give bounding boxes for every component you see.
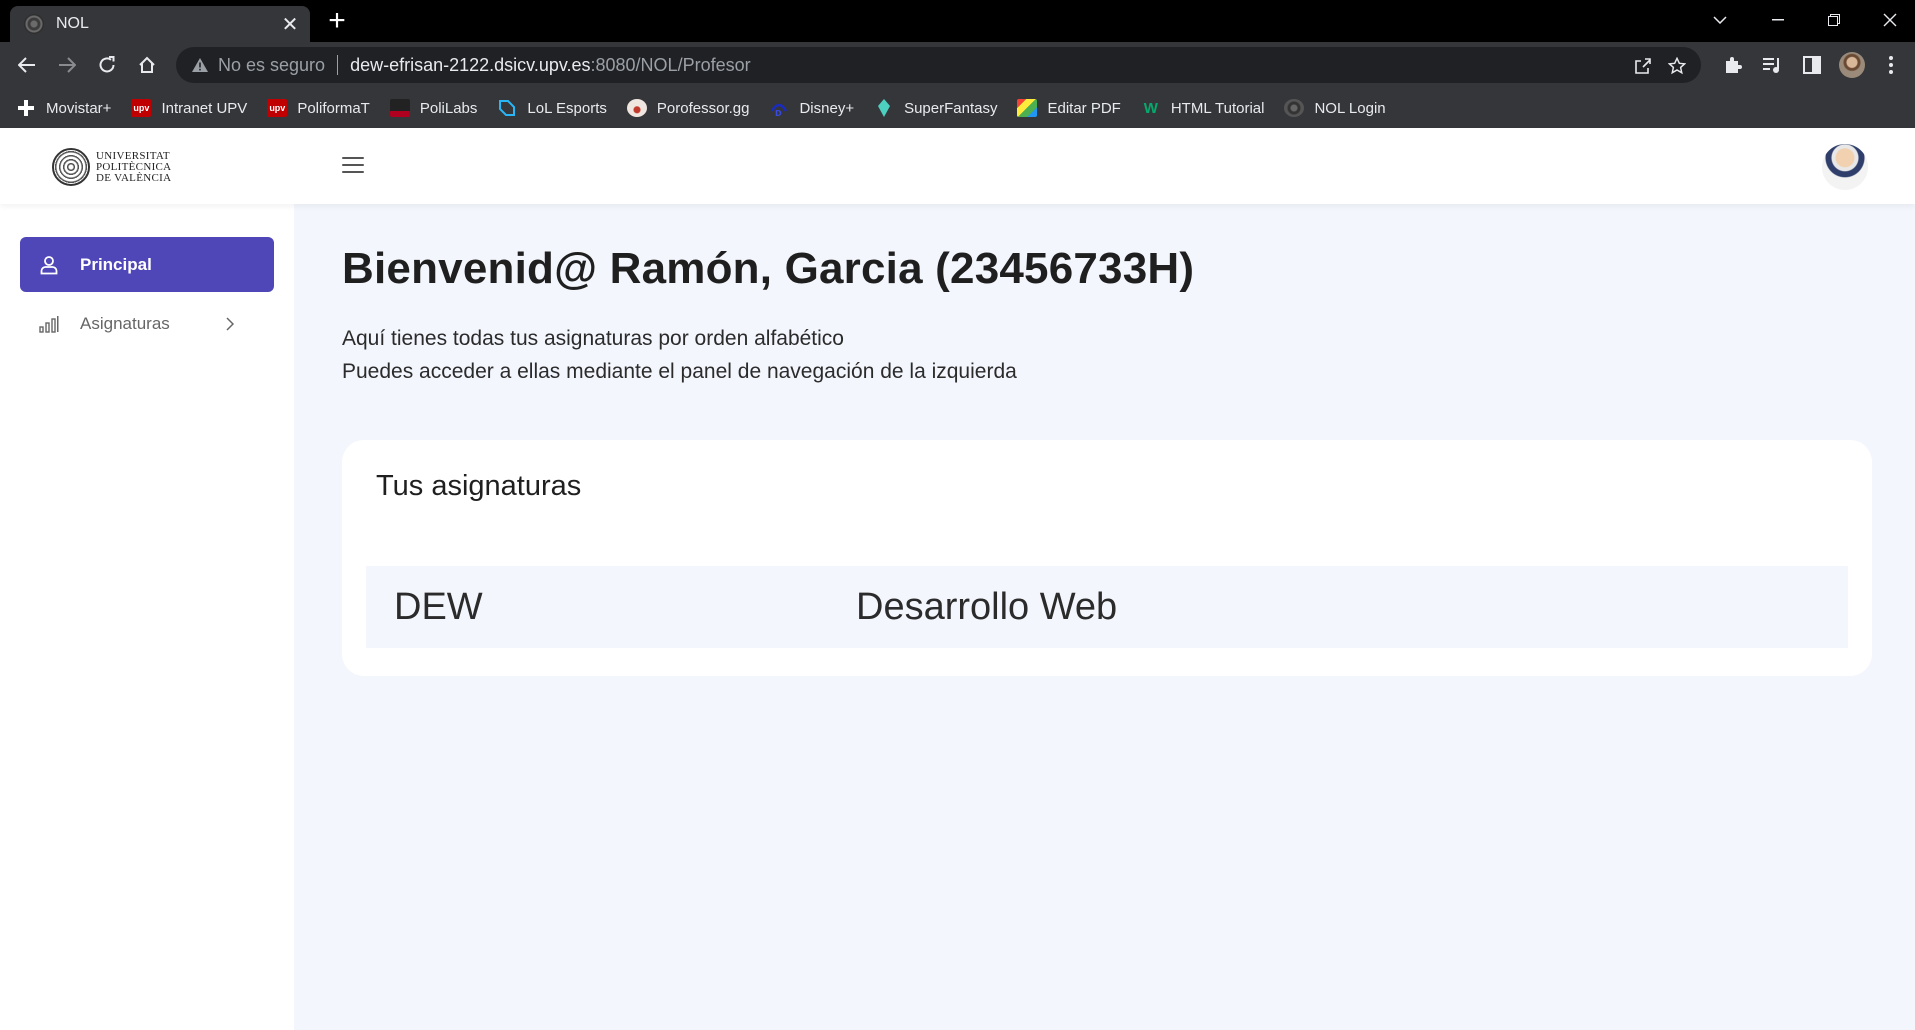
course-name: Desarrollo Web bbox=[856, 585, 1118, 628]
intro-line: Aquí tienes todas tus asignaturas por or… bbox=[342, 327, 844, 350]
card-title: Tus asignaturas bbox=[376, 470, 582, 502]
bookmark-label: Movistar+ bbox=[46, 99, 112, 117]
upv-seal-icon bbox=[52, 148, 90, 186]
profile-avatar-icon[interactable] bbox=[1839, 52, 1865, 78]
side-panel-icon[interactable] bbox=[1799, 52, 1825, 78]
sidebar-item-label: Principal bbox=[80, 254, 152, 274]
lol-icon bbox=[497, 99, 517, 117]
tab-search-chevron-icon[interactable] bbox=[1700, 2, 1740, 38]
sidebar-item-asignaturas[interactable]: Asignaturas bbox=[20, 299, 274, 349]
bookmark-label: Disney+ bbox=[799, 99, 855, 117]
address-bar[interactable]: No es seguro dew-efrisan-2122.dsicv.upv.… bbox=[176, 47, 1701, 83]
hamburger-menu-icon[interactable] bbox=[340, 154, 366, 176]
pdf-icon bbox=[1017, 99, 1038, 117]
more-menu-icon[interactable] bbox=[1878, 52, 1904, 78]
disney-icon: D bbox=[769, 99, 789, 117]
bookmark-label: Editar PDF bbox=[1047, 99, 1121, 117]
user-icon bbox=[38, 254, 60, 276]
minimize-window-button[interactable] bbox=[1758, 2, 1798, 38]
bookmark-porofessor[interactable]: Porofessor.gg bbox=[626, 99, 750, 117]
bookmark-label: Porofessor.gg bbox=[656, 99, 750, 117]
bookmark-editar-pdf[interactable]: Editar PDF bbox=[1017, 99, 1121, 117]
media-playlist-icon[interactable] bbox=[1759, 52, 1785, 78]
bookmark-label: NOL Login bbox=[1314, 99, 1386, 117]
intro-text: Aquí tienes todas tus asignaturas por or… bbox=[342, 322, 1017, 388]
page-title: Bienvenid@ Ramón, Garcia (23456733H) bbox=[342, 244, 1195, 293]
upv-logo[interactable]: UNIVERSITAT POLITÈCNICA DE VALÈNCIA bbox=[52, 148, 171, 186]
url-host: dew-efrisan-2122.dsicv.upv.es bbox=[350, 54, 591, 75]
plus-icon bbox=[16, 99, 36, 117]
security-status-text[interactable]: No es seguro bbox=[218, 55, 325, 76]
sidebar: Principal Asignaturas bbox=[0, 204, 294, 1030]
sidebar-item-principal[interactable]: Principal bbox=[20, 237, 274, 292]
fantasy-icon bbox=[874, 99, 894, 117]
bookmark-html-tutorial[interactable]: W HTML Tutorial bbox=[1141, 99, 1265, 117]
home-icon[interactable] bbox=[131, 49, 163, 81]
chevron-right-icon[interactable] bbox=[220, 313, 240, 335]
table-row[interactable]: DEW Desarrollo Web bbox=[366, 566, 1848, 648]
logo-text: UNIVERSITAT POLITÈCNICA DE VALÈNCIA bbox=[96, 149, 172, 184]
bookmark-polilabs[interactable]: PoliLabs bbox=[389, 99, 478, 117]
reload-icon[interactable] bbox=[91, 49, 123, 81]
user-avatar[interactable] bbox=[1822, 144, 1868, 190]
url-path: :8080/NOL/Profesor bbox=[590, 54, 751, 75]
bookmark-superfantasy[interactable]: SuperFantasy bbox=[874, 99, 997, 117]
close-window-button[interactable] bbox=[1870, 2, 1910, 38]
bookmarks-bar: Movistar+ upv Intranet UPV upv Poliforma… bbox=[0, 88, 1915, 128]
extensions-puzzle-icon[interactable] bbox=[1720, 52, 1746, 78]
nol-favicon-icon bbox=[24, 14, 44, 34]
bookmark-movistar[interactable]: Movistar+ bbox=[16, 99, 111, 117]
w3-icon: W bbox=[1143, 99, 1158, 117]
bar-chart-icon bbox=[38, 313, 60, 335]
bookmark-label: Intranet UPV bbox=[161, 99, 248, 117]
browser-toolbar: No es seguro dew-efrisan-2122.dsicv.upv.… bbox=[0, 42, 1915, 88]
logo-line: DE VALÈNCIA bbox=[96, 171, 172, 184]
forward-arrow-icon[interactable] bbox=[51, 49, 83, 81]
share-icon[interactable] bbox=[1632, 55, 1654, 77]
lab-icon bbox=[389, 99, 410, 117]
bookmark-label: PoliLabs bbox=[419, 99, 478, 117]
sidebar-item-label: Asignaturas bbox=[80, 314, 170, 333]
nol-icon bbox=[1284, 99, 1305, 117]
bookmark-lol-esports[interactable]: LoL Esports bbox=[497, 99, 607, 117]
logo-line: UNIVERSITAT bbox=[96, 149, 170, 162]
courses-card: Tus asignaturas DEW Desarrollo Web bbox=[342, 440, 1872, 676]
bookmark-intranet-upv[interactable]: upv Intranet UPV bbox=[131, 99, 247, 117]
back-arrow-icon[interactable] bbox=[11, 49, 43, 81]
app-header: UNIVERSITAT POLITÈCNICA DE VALÈNCIA bbox=[0, 128, 1915, 204]
logo-line: POLITÈCNICA bbox=[96, 160, 172, 173]
browser-tabstrip: NOL ✕ + bbox=[0, 0, 1915, 42]
warning-triangle-icon[interactable] bbox=[190, 55, 210, 75]
intro-line: Puedes acceder a ellas mediante el panel… bbox=[342, 360, 1017, 383]
bookmark-label: SuperFantasy bbox=[904, 99, 998, 117]
close-tab-icon[interactable]: ✕ bbox=[276, 10, 304, 38]
new-tab-button[interactable]: + bbox=[322, 6, 352, 37]
upv-icon: upv bbox=[267, 99, 288, 117]
tab-title: NOL bbox=[56, 15, 89, 32]
main-content: Bienvenid@ Ramón, Garcia (23456733H) Aqu… bbox=[294, 204, 1915, 1030]
bookmark-label: PoliformaT bbox=[297, 99, 370, 117]
bookmark-nol-login[interactable]: NOL Login bbox=[1284, 99, 1386, 117]
restore-window-button[interactable] bbox=[1814, 2, 1854, 38]
bookmark-disney-plus[interactable]: D Disney+ bbox=[769, 99, 854, 117]
bookmark-star-icon[interactable] bbox=[1666, 55, 1688, 77]
poro-icon bbox=[626, 99, 647, 117]
browser-tab[interactable]: NOL ✕ bbox=[10, 6, 310, 42]
bookmark-label: HTML Tutorial bbox=[1170, 99, 1265, 117]
upv-icon: upv bbox=[131, 99, 152, 117]
bookmark-label: LoL Esports bbox=[527, 99, 607, 117]
svg-text:D: D bbox=[775, 109, 782, 117]
course-code: DEW bbox=[394, 585, 483, 628]
bookmark-poliformat[interactable]: upv PoliformaT bbox=[267, 99, 370, 117]
address-divider bbox=[337, 55, 339, 75]
